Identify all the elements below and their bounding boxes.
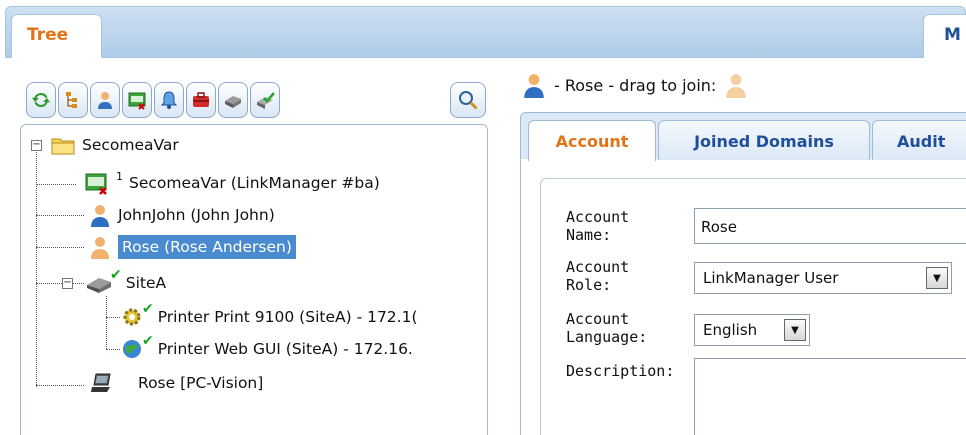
tree-connector <box>36 247 84 248</box>
user-icon <box>522 71 550 99</box>
tab-joined-domains[interactable]: Joined Domains <box>658 120 870 160</box>
tree-view-icon <box>66 92 77 108</box>
tree-node-label: Rose (Rose Andersen) <box>118 235 296 259</box>
tree-node-device-printer-web-gui[interactable]: ✔ Printer Web GUI (SiteA) - 172.16. <box>120 333 413 364</box>
tree-node-label: Printer Print 9100 (SiteA) - 172.1( <box>157 308 418 326</box>
tree-connector <box>36 283 84 284</box>
tab-tree[interactable]: Tree <box>11 14 102 58</box>
status-ok-check: ✔ <box>110 267 122 283</box>
bell-icon <box>160 91 178 109</box>
tree-node-linkmanager[interactable]: 1 SecomeaVar (LinkManager #ba) <box>84 168 380 198</box>
appliance-icon <box>128 92 146 110</box>
user-icon <box>88 202 112 228</box>
add-user-button[interactable] <box>90 82 120 118</box>
tree-node-user-rose[interactable]: Rose (Rose Andersen) <box>88 232 296 262</box>
tree-connector <box>36 184 76 185</box>
toolbox-button[interactable] <box>186 82 216 118</box>
tree-connector <box>36 150 37 387</box>
folder-icon <box>50 132 76 158</box>
tab-audit[interactable]: Audit <box>872 120 966 160</box>
drag-to-join-user-icon[interactable] <box>724 71 752 99</box>
account-header-text: - Rose - drag to join: <box>554 75 717 95</box>
tree-view-button[interactable] <box>58 82 88 118</box>
tree-node-label: JohnJohn (John John) <box>118 206 275 224</box>
gear-icon <box>120 304 144 330</box>
approve-button[interactable] <box>250 82 280 118</box>
approve-icon <box>257 92 275 109</box>
tree-node-site-sitea[interactable]: ✔ SiteA <box>86 267 167 298</box>
user-icon <box>98 92 112 109</box>
add-appliance-button[interactable] <box>122 82 152 118</box>
search-icon <box>459 91 478 110</box>
account-role-select[interactable]: LinkManager User ▼ <box>694 262 952 294</box>
linkmanager-count: 1 <box>116 169 123 183</box>
account-language-value: English <box>703 321 758 339</box>
alerts-button[interactable] <box>154 82 184 118</box>
toolbox-icon <box>193 92 209 107</box>
tree-connector <box>36 385 84 386</box>
account-role-label: Account Role: <box>566 258 630 294</box>
tree-node-device-printer-9100[interactable]: ✔ Printer Print 9100 (SiteA) - 172.1( <box>120 301 418 332</box>
account-name-field[interactable]: Rose <box>694 208 966 244</box>
tree-node-label: Rose [PC-Vision] <box>138 374 264 392</box>
tab-m[interactable]: M <box>923 14 966 58</box>
status-ok-check: ✔ <box>142 301 154 317</box>
tree-node-label: Printer Web GUI (SiteA) - 172.16. <box>157 340 413 358</box>
web-icon <box>120 336 144 362</box>
account-name-label: Account Name: <box>566 208 630 244</box>
tree-toolbar <box>26 82 280 120</box>
gateway-icon <box>86 270 112 296</box>
chevron-down-icon[interactable]: ▼ <box>784 319 806 341</box>
tree-node-root[interactable]: SecomeaVar <box>50 130 179 160</box>
tree-node-user-johnjohn[interactable]: JohnJohn (John John) <box>88 200 275 230</box>
tree-node-agent-pc-vision[interactable]: Rose [PC-Vision] <box>88 368 263 398</box>
search-button[interactable] <box>450 82 486 118</box>
account-language-select[interactable]: English ▼ <box>694 314 810 346</box>
chevron-down-icon[interactable]: ▼ <box>926 267 948 289</box>
refresh-button[interactable] <box>26 82 56 118</box>
tree-connector <box>36 215 84 216</box>
tree-connector <box>106 349 120 350</box>
tree-connector <box>106 296 107 349</box>
account-header: - Rose - drag to join: <box>522 70 756 100</box>
device-icon <box>225 96 241 108</box>
account-role-value: LinkManager User <box>703 269 839 287</box>
tree-node-label: SecomeaVar (LinkManager #ba) <box>129 174 380 192</box>
collapse-root-toggle[interactable]: − <box>31 140 42 151</box>
tree-node-label: SiteA <box>125 274 167 292</box>
tab-account[interactable]: Account <box>528 120 656 161</box>
top-tab-strip <box>5 6 966 58</box>
tree-node-label: SecomeaVar <box>82 136 179 154</box>
tree-connector <box>106 317 120 318</box>
account-language-label: Account Language: <box>566 310 648 346</box>
refresh-icon <box>32 92 50 108</box>
linkmanager-icon <box>84 170 110 196</box>
user-icon <box>88 234 112 260</box>
description-field[interactable] <box>694 358 966 435</box>
status-ok-check: ✔ <box>142 333 154 349</box>
laptop-icon <box>88 370 118 396</box>
description-label: Description: <box>566 362 675 380</box>
collapse-sitea-toggle[interactable]: − <box>62 278 73 289</box>
device-button[interactable] <box>218 82 248 118</box>
